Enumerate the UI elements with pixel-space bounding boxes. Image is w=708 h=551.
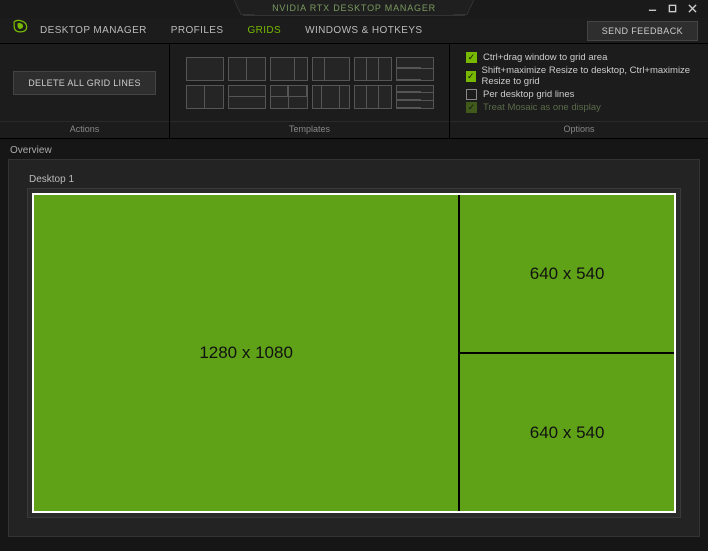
template-left-wide[interactable]: [270, 57, 308, 81]
option-treat-mosaic: Treat Mosaic as one display: [466, 102, 698, 113]
option-per-desktop: Per desktop grid lines: [466, 89, 698, 100]
overview-panel: Desktop 1 1280 x 1080 640 x 540 640 x 54…: [8, 159, 700, 537]
option-label: Per desktop grid lines: [483, 89, 574, 100]
template-3col[interactable]: [354, 57, 392, 81]
grid-cell-size: 640 x 540: [530, 423, 605, 443]
templates-section: Templates: [170, 44, 450, 138]
app-title: NVIDIA RTX DESKTOP MANAGER: [272, 3, 436, 13]
template-2col[interactable]: [228, 57, 266, 81]
send-feedback-button[interactable]: SEND FEEDBACK: [587, 21, 698, 41]
overview-label: Overview: [8, 143, 700, 159]
window-controls: [642, 1, 702, 15]
grid-cell-left[interactable]: 1280 x 1080: [34, 195, 460, 511]
tab-windows-hotkeys[interactable]: WINDOWS & HOTKEYS: [305, 25, 422, 36]
desktop-label: Desktop 1: [27, 174, 681, 188]
option-label: Ctrl+drag window to grid area: [483, 52, 607, 63]
template-center-wide[interactable]: [312, 85, 350, 109]
toolbar: DELETE ALL GRID LINES Actions Templates: [0, 44, 708, 139]
grid-cell-size: 1280 x 1080: [199, 343, 293, 363]
desktop-container: 1280 x 1080 640 x 540 640 x 540: [27, 188, 681, 518]
option-label: Shift+maximize Resize to desktop, Ctrl+m…: [482, 65, 698, 87]
overview-section: Overview Desktop 1 1280 x 1080 640 x 540…: [0, 139, 708, 551]
tab-profiles[interactable]: PROFILES: [171, 25, 224, 36]
delete-all-grid-lines-button[interactable]: DELETE ALL GRID LINES: [13, 71, 156, 95]
maximize-button[interactable]: [662, 1, 682, 15]
checkbox-shift-maximize[interactable]: [466, 71, 476, 82]
template-2x2[interactable]: [270, 85, 308, 109]
actions-label: Actions: [0, 121, 169, 138]
option-label: Treat Mosaic as one display: [483, 102, 601, 113]
options-section: Ctrl+drag window to grid area Shift+maxi…: [450, 44, 708, 138]
minimize-button[interactable]: [642, 1, 662, 15]
options-label: Options: [450, 121, 708, 138]
template-1x1[interactable]: [186, 57, 224, 81]
template-3x2[interactable]: [396, 57, 434, 81]
close-button[interactable]: [682, 1, 702, 15]
actions-section: DELETE ALL GRID LINES Actions: [0, 44, 170, 138]
grid-cell-top-right[interactable]: 640 x 540: [460, 195, 674, 354]
nav-tabs: DESKTOP MANAGER PROFILES GRIDS WINDOWS &…: [40, 25, 423, 36]
title-bar: NVIDIA RTX DESKTOP MANAGER: [0, 0, 708, 18]
template-2col-b[interactable]: [186, 85, 224, 109]
option-ctrl-drag: Ctrl+drag window to grid area: [466, 52, 698, 63]
templates-label: Templates: [170, 121, 449, 138]
grid-cell-bottom-right[interactable]: 640 x 540: [460, 354, 674, 511]
template-3col-b[interactable]: [354, 85, 392, 109]
tab-desktop-manager[interactable]: DESKTOP MANAGER: [40, 25, 147, 36]
app-title-tab: NVIDIA RTX DESKTOP MANAGER: [243, 0, 465, 16]
template-2row[interactable]: [228, 85, 266, 109]
option-shift-maximize: Shift+maximize Resize to desktop, Ctrl+m…: [466, 65, 698, 87]
tab-grids[interactable]: GRIDS: [247, 25, 281, 36]
checkbox-treat-mosaic: [466, 102, 477, 113]
template-right-wide[interactable]: [312, 57, 350, 81]
template-3x3[interactable]: [396, 85, 434, 109]
checkbox-per-desktop[interactable]: [466, 89, 477, 100]
grid-canvas[interactable]: 1280 x 1080 640 x 540 640 x 540: [32, 193, 676, 513]
checkbox-ctrl-drag[interactable]: [466, 52, 477, 63]
grid-cell-size: 640 x 540: [530, 264, 605, 284]
main-nav: DESKTOP MANAGER PROFILES GRIDS WINDOWS &…: [0, 18, 708, 44]
nvidia-logo-icon: [8, 14, 32, 38]
